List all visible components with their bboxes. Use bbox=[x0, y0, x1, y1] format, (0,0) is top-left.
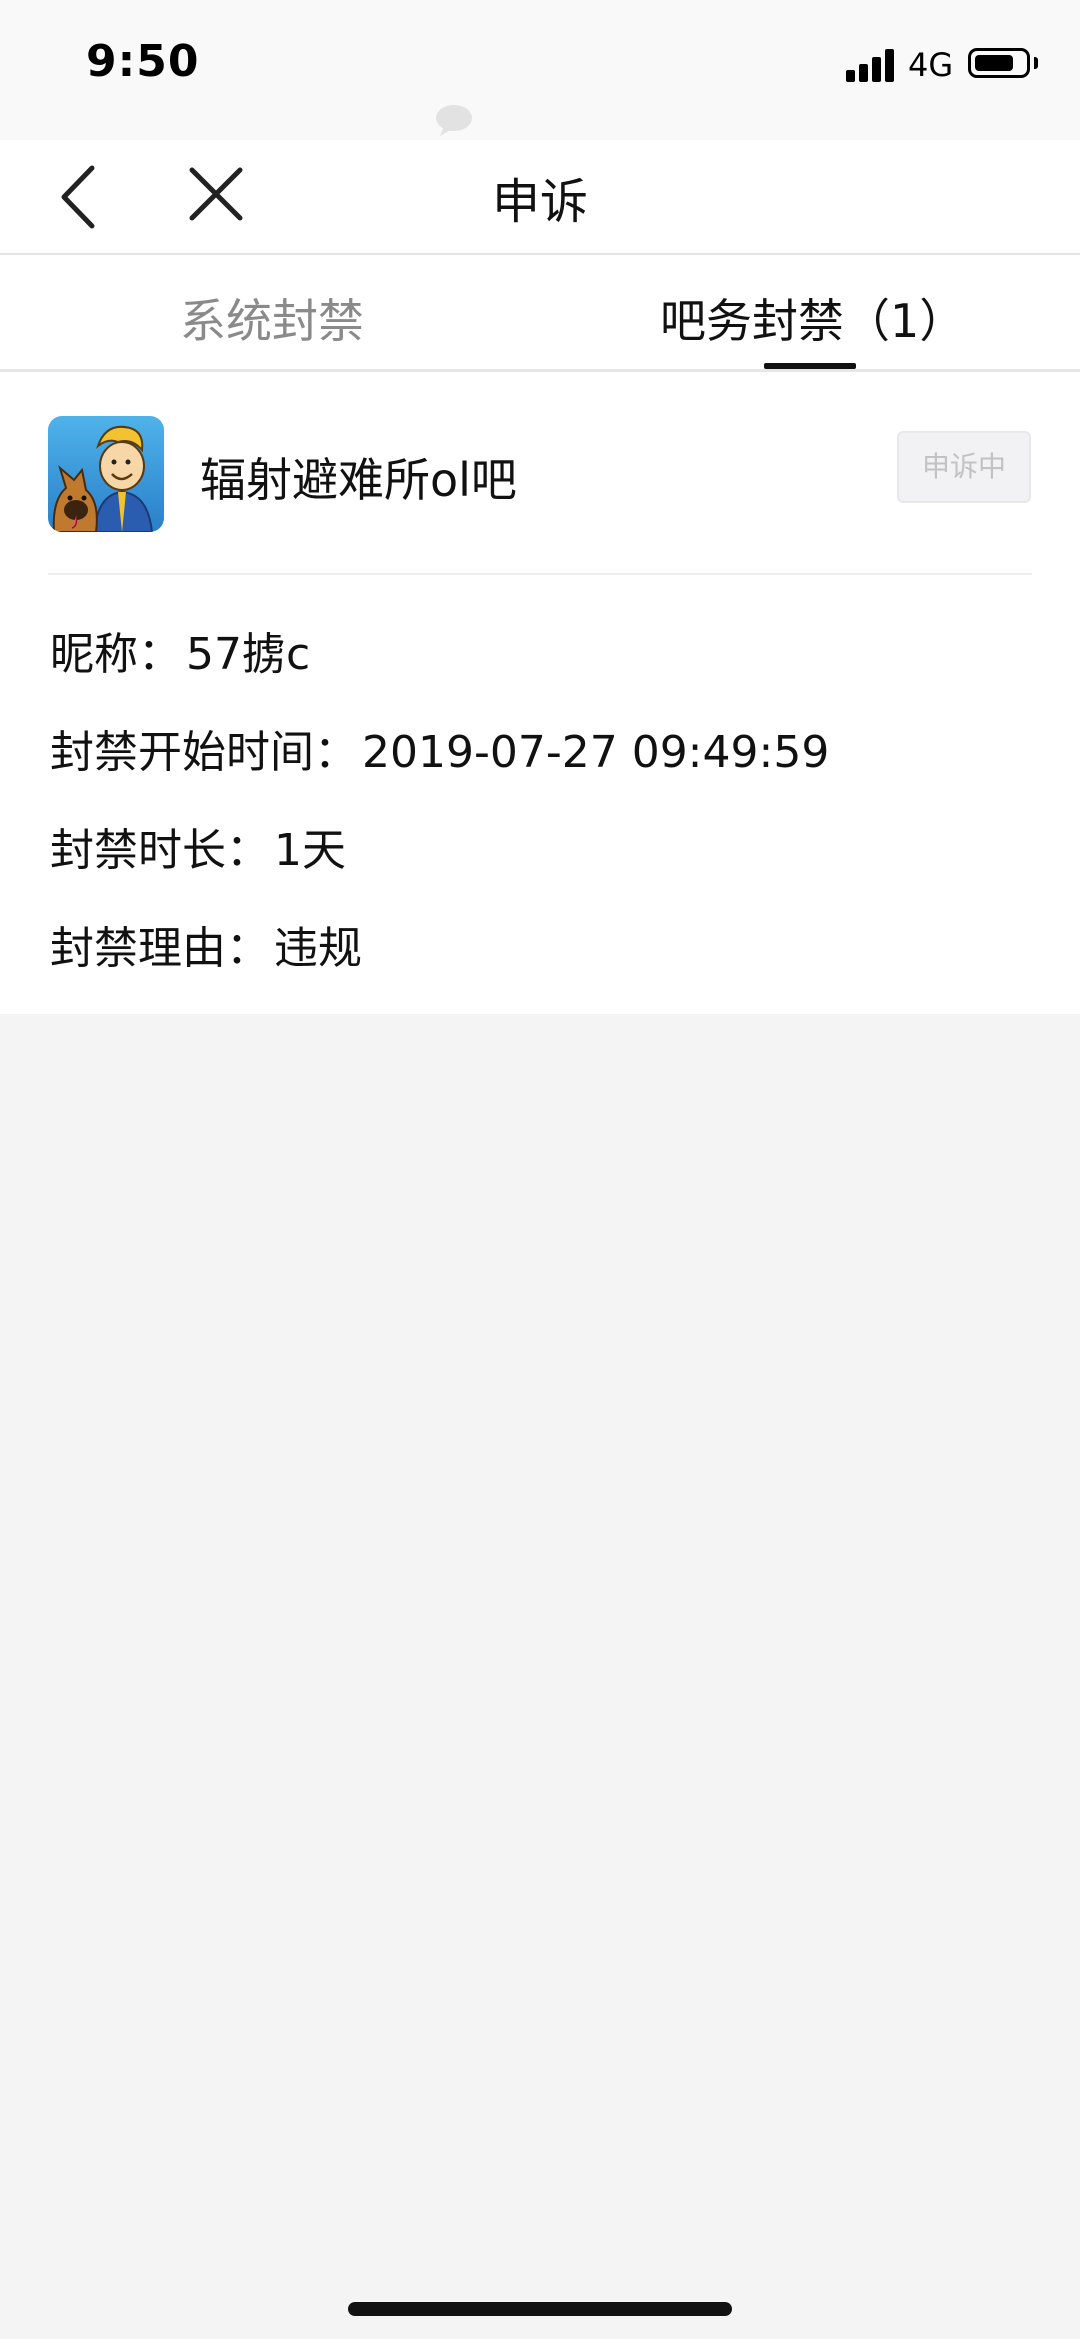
ban-reason-label: 封禁理由： bbox=[50, 923, 270, 974]
ban-duration-row: 封禁时长：1天 bbox=[50, 814, 346, 878]
tab-system-ban[interactable]: 系统封禁 bbox=[180, 285, 364, 351]
status-time: 9:50 bbox=[86, 36, 200, 87]
ban-duration-label: 封禁时长： bbox=[50, 825, 270, 876]
ban-start-value: 2019-07-27 09:49:59 bbox=[362, 727, 830, 778]
ban-start-row: 封禁开始时间：2019-07-27 09:49:59 bbox=[50, 716, 829, 780]
chat-bubble-icon bbox=[436, 105, 472, 136]
page-title: 申诉 bbox=[491, 174, 588, 230]
ban-start-label: 封禁开始时间： bbox=[50, 727, 358, 778]
network-type: 4G bbox=[908, 46, 954, 84]
battery-icon bbox=[968, 48, 1030, 78]
home-indicator[interactable] bbox=[348, 2302, 732, 2316]
tab-forum-ban[interactable]: 吧务封禁（1） bbox=[660, 285, 965, 351]
ban-record-card: 辐射避难所ol吧 申诉中 昵称：57掳c 封禁开始时间：2019-07-27 0… bbox=[0, 372, 1080, 1014]
status-bar: 9:50 4G bbox=[0, 0, 1080, 140]
battery-tip bbox=[1034, 57, 1038, 69]
ban-reason-row: 封禁理由：违规 bbox=[50, 912, 362, 976]
close-icon[interactable] bbox=[186, 164, 246, 224]
forum-avatar[interactable] bbox=[48, 416, 164, 532]
appeal-status-badge: 申诉中 bbox=[897, 431, 1031, 503]
signal-icon bbox=[846, 48, 898, 82]
vault-boy-icon bbox=[48, 416, 164, 532]
nickname-label: 昵称： bbox=[50, 629, 182, 680]
ban-reason-value: 违规 bbox=[274, 923, 362, 974]
nickname-value: 57掳c bbox=[186, 629, 311, 680]
tab-bar: 系统封禁 吧务封禁（1） bbox=[0, 255, 1080, 372]
nav-bar: 申诉 bbox=[0, 140, 1080, 255]
chevron-left-icon[interactable] bbox=[56, 162, 104, 232]
forum-name[interactable]: 辐射避难所ol吧 bbox=[200, 444, 517, 510]
nickname-row: 昵称：57掳c bbox=[50, 618, 310, 682]
active-tab-indicator bbox=[764, 363, 856, 369]
ban-duration-value: 1天 bbox=[274, 825, 346, 876]
divider bbox=[48, 573, 1032, 575]
